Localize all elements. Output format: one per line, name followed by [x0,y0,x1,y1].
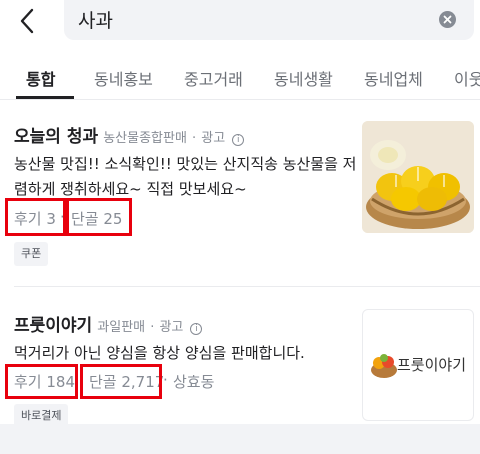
highlight-box-reviews [5,364,78,399]
product-thumbnail[interactable] [362,121,474,233]
tab-local-business[interactable]: 동네업체 [364,66,423,90]
result-title-row: 오늘의 청과 농산물종합판매 · 광고 i [14,122,245,147]
business-name: 오늘의 청과 [14,127,99,147]
meta-separator: · [163,371,168,389]
tab-local-life[interactable]: 동네생활 [274,66,333,90]
section-separator [0,424,480,454]
meta-separator: · [192,131,197,146]
business-category: 농산물종합판매 [103,131,187,146]
tab-neighbors[interactable]: 이웃 [454,66,480,90]
logo-text: 프룻이야기 [397,356,467,374]
chevron-left-icon[interactable] [14,6,42,36]
result-divider [14,286,480,287]
search-query[interactable]: 사과 [78,6,113,33]
tabs-divider [0,99,480,100]
meta-separator: · [150,320,155,335]
business-category: 과일판매 [97,320,146,335]
business-logo[interactable]: 프룻이야기 [362,309,474,421]
info-icon[interactable]: i [190,323,203,335]
search-header: 사과 [0,0,480,44]
ad-label: 광고 [201,131,226,146]
business-description: 농산물 맛집!! 소식확인!! 맛있는 산지직송 농산물을 저렴하게 쟁취하세요… [14,155,357,198]
tab-all[interactable]: 통합 [26,66,55,90]
ad-label: 광고 [159,320,184,335]
tab-local-promo[interactable]: 동네홍보 [94,66,153,90]
result-title-row: 프룻이야기 과일판매 · 광고 i [14,311,203,336]
highlight-box-regulars [80,364,162,399]
info-icon[interactable]: i [232,134,245,146]
highlight-box-regulars [66,198,132,236]
coupon-chip[interactable]: 쿠폰 [14,242,49,266]
highlight-box-reviews [5,198,66,236]
business-location: 상효동 [173,373,215,391]
fruit-basket-icon [371,354,397,378]
tab-used-trade[interactable]: 중고거래 [184,66,243,90]
tab-bar: 통합 동네홍보 중고거래 동네생활 동네업체 이웃 [0,56,480,100]
search-input[interactable]: 사과 [64,0,474,40]
business-name: 프룻이야기 [14,316,93,336]
clear-x-icon[interactable] [439,11,456,28]
business-description: 먹거리가 아닌 양심을 항상 양심을 판매합니다. [14,344,305,362]
